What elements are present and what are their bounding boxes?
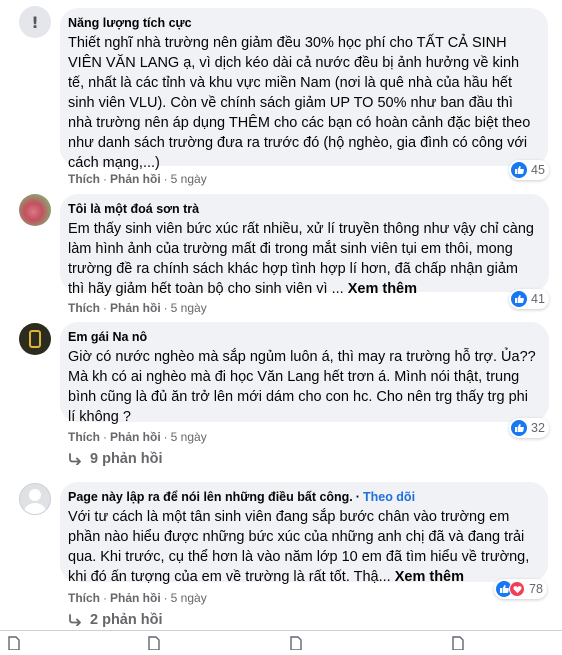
love-reaction-icon bbox=[509, 581, 525, 597]
document-icon[interactable] bbox=[452, 636, 464, 655]
comment-text: Giờ có nước nghèo mà sắp ngủm luôn á, th… bbox=[68, 349, 536, 425]
see-more-link[interactable]: Xem thêm bbox=[348, 281, 417, 297]
like-link[interactable]: Thích bbox=[68, 591, 100, 605]
see-more-link[interactable]: Xem thêm bbox=[395, 569, 464, 585]
reply-link[interactable]: Phản hồi bbox=[110, 591, 161, 605]
view-replies-link[interactable]: 2 phản hồi bbox=[68, 612, 163, 628]
comment-bubble: Em gái Na nô Giờ có nước nghèo mà sắp ng… bbox=[60, 322, 549, 425]
reaction-count: 32 bbox=[531, 421, 545, 435]
comment-text: Em thấy sinh viên bức xúc rất nhiều, xử … bbox=[68, 221, 534, 297]
poster-graphic bbox=[29, 330, 41, 348]
like-link[interactable]: Thích bbox=[68, 172, 100, 186]
reaction-summary[interactable]: 41 bbox=[509, 289, 549, 309]
document-icon[interactable] bbox=[148, 636, 160, 655]
reaction-count: 45 bbox=[531, 163, 545, 177]
comment-author[interactable]: Tôi là một đoá sơn trà bbox=[68, 201, 537, 217]
comment-actions: Thích · Phản hồi · 5 ngày bbox=[68, 172, 207, 186]
document-icon[interactable] bbox=[290, 636, 302, 655]
like-link[interactable]: Thích bbox=[68, 301, 100, 315]
comment-text: Thiết nghĩ nhà trường nên giảm đều 30% h… bbox=[68, 35, 531, 171]
comment-time[interactable]: 5 ngày bbox=[171, 301, 207, 315]
flower-avatar[interactable] bbox=[19, 194, 51, 226]
replies-count: 2 phản hồi bbox=[90, 612, 163, 628]
like-reaction-icon bbox=[511, 291, 527, 307]
default-user-avatar[interactable] bbox=[19, 483, 51, 515]
comment-time[interactable]: 5 ngày bbox=[171, 591, 207, 605]
reply-arrow-icon bbox=[69, 453, 81, 465]
follow-link[interactable]: Theo dõi bbox=[363, 490, 415, 504]
comment-author[interactable]: Năng lượng tích cực bbox=[68, 15, 536, 31]
reaction-count: 78 bbox=[529, 582, 543, 596]
alert-icon: ! bbox=[31, 12, 39, 32]
comment-bubble: Page này lập ra để nói lên những điều bấ… bbox=[60, 482, 548, 585]
like-reaction-icon bbox=[511, 162, 527, 178]
avatar[interactable]: ! bbox=[19, 6, 51, 38]
comment-actions: Thích · Phản hồi · 5 ngày bbox=[68, 591, 207, 605]
comment-bubble: Tôi là một đoá sơn trà Em thấy sinh viên… bbox=[60, 194, 549, 297]
document-icon[interactable] bbox=[8, 636, 20, 655]
reply-arrow-icon bbox=[69, 614, 81, 626]
comment-actions: Thích · Phản hồi · 5 ngày bbox=[68, 430, 207, 444]
comment-author: Page này lập ra để nói lên những điều bấ… bbox=[68, 490, 416, 504]
comment-text: Với tư cách là một tân sinh viên đang sắ… bbox=[68, 509, 530, 585]
reaction-summary[interactable]: 78 bbox=[494, 579, 547, 599]
replies-count: 9 phản hồi bbox=[90, 451, 163, 467]
like-reaction-icon bbox=[511, 420, 527, 436]
reply-link[interactable]: Phản hồi bbox=[110, 430, 161, 444]
reaction-summary[interactable]: 45 bbox=[509, 160, 549, 180]
comment-author[interactable]: Em gái Na nô bbox=[68, 329, 537, 345]
reaction-summary[interactable]: 32 bbox=[509, 418, 549, 438]
author-name[interactable]: Page này lập ra để nói lên những điều bấ… bbox=[68, 490, 353, 504]
bottom-divider bbox=[0, 630, 562, 631]
reaction-count: 41 bbox=[531, 292, 545, 306]
comment-actions: Thích · Phản hồi · 5 ngày bbox=[68, 301, 207, 315]
comment-time[interactable]: 5 ngày bbox=[171, 430, 207, 444]
reply-link[interactable]: Phản hồi bbox=[110, 301, 161, 315]
reply-link[interactable]: Phản hồi bbox=[110, 172, 161, 186]
comment-time[interactable]: 5 ngày bbox=[171, 172, 207, 186]
like-link[interactable]: Thích bbox=[68, 430, 100, 444]
poster-avatar[interactable] bbox=[19, 323, 51, 355]
comment-bubble: Năng lượng tích cực Thiết nghĩ nhà trườn… bbox=[60, 8, 548, 171]
view-replies-link[interactable]: 9 phản hồi bbox=[68, 451, 163, 467]
user-silhouette-icon bbox=[23, 489, 47, 514]
